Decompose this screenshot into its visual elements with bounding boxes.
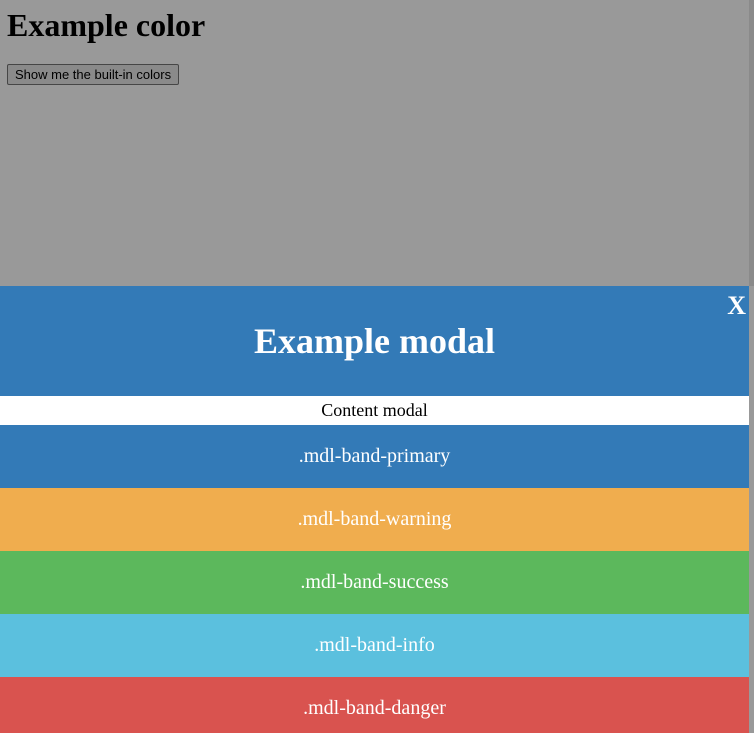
- band-primary: .mdl-band-primary: [0, 425, 749, 488]
- band-warning: .mdl-band-warning: [0, 488, 749, 551]
- page: Example color Show me the built-in color…: [0, 0, 754, 733]
- band-danger: .mdl-band-danger: [0, 677, 749, 733]
- scrollbar[interactable]: [749, 0, 754, 286]
- modal-title: Example modal: [253, 321, 495, 361]
- close-button[interactable]: X: [727, 292, 746, 320]
- band-success: .mdl-band-success: [0, 551, 749, 614]
- modal-header: Example modal X: [0, 286, 749, 396]
- band-info: .mdl-band-info: [0, 614, 749, 677]
- modal-dialog: Example modal X Content modal .mdl-band-…: [0, 286, 749, 733]
- modal-content: Content modal: [0, 396, 749, 425]
